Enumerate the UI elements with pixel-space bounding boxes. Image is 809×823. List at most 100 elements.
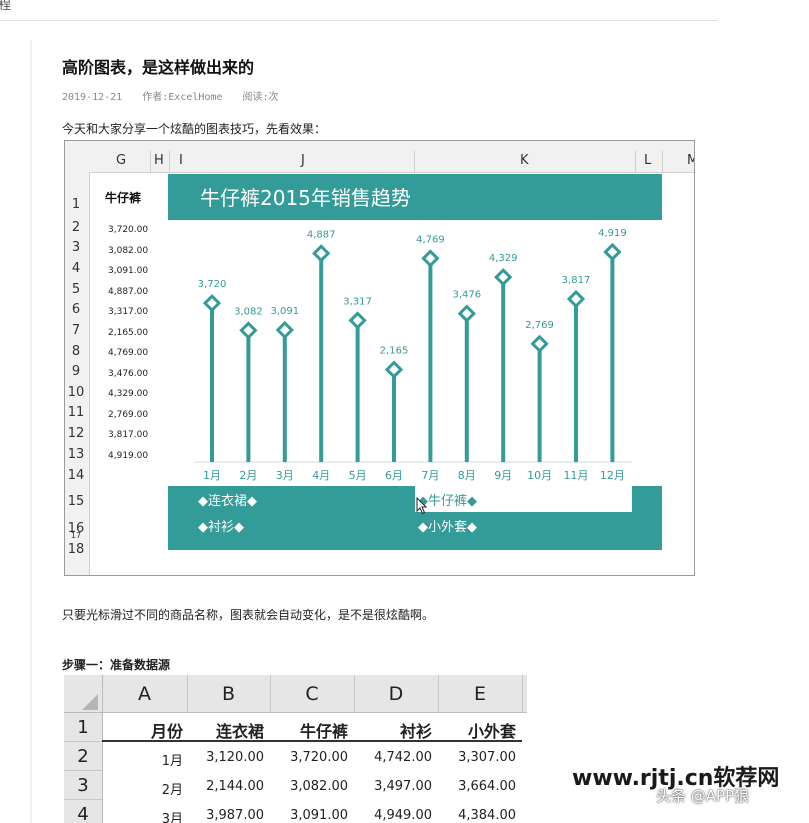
chart-data-label: 3,317 <box>343 296 372 307</box>
table-row-header-1: 1 <box>77 717 89 738</box>
g-column-value: 4,887.00 <box>108 286 149 297</box>
table-cell: 4,384.00 <box>458 808 516 823</box>
lollipop-chart: 3,720 1月 3,082 2月 3,091 3月 4,887 4月 3,317 5月 2,165… <box>194 228 632 482</box>
row-header-7: 7 <box>71 323 81 338</box>
column-header-bar: G H I J K L M <box>65 141 694 173</box>
chart-category-label: 7月 <box>421 469 439 482</box>
chart-category-label: 1月 <box>203 469 221 482</box>
row-header-10: 10 <box>67 385 85 400</box>
g-column-value: 3,720.00 <box>108 225 149 235</box>
selector-item-shirt[interactable]: ◆衬衫◆ <box>198 516 244 535</box>
table-cell: 3,120.00 <box>206 750 264 765</box>
article-author[interactable]: 作者:ExcelHome <box>142 92 222 103</box>
excel-chart-screenshot: G H I J K L M 12345678910111213141516171… <box>64 140 695 576</box>
col-separator <box>169 151 170 172</box>
chart-category-label: 4月 <box>312 469 330 482</box>
row-header-bar: 1 2 3 4 5 6 7 8 9 10 11 12 13 14 15 16 17 18 <box>65 172 90 575</box>
col-separator <box>414 151 415 172</box>
col-header-m: M <box>687 153 694 168</box>
breadcrumb[interactable]: 程 <box>0 0 11 13</box>
table-row-header-3: 3 <box>77 775 89 796</box>
table-cell: 1月 <box>161 754 183 769</box>
table-col-header-c: C <box>305 683 319 705</box>
col-separator <box>150 151 151 172</box>
chart-marker <box>494 268 513 287</box>
chart-marker <box>348 311 367 330</box>
selector-item-jacket[interactable]: ◆小外套◆ <box>418 516 477 535</box>
article-meta: 2019-12-21 作者:ExcelHome 阅读:次 <box>62 88 293 103</box>
table-header-cell: 牛仔裤 <box>299 722 348 741</box>
row-header-17: 17 <box>70 531 82 540</box>
chart-data-label: 4,769 <box>416 234 445 245</box>
row-separator <box>64 770 102 771</box>
table-cell: 3,664.00 <box>458 779 516 794</box>
table-col-header-d: D <box>388 683 404 705</box>
chart-category-label: 10月 <box>527 469 552 482</box>
chart-title-banner: 牛仔裤2015年销售趋势 <box>168 174 662 220</box>
description-paragraph: 只要光标滑过不同的商品名称，图表就会自动变化，是不是很炫酷啊。 <box>62 608 435 622</box>
table-cell: 3,091.00 <box>290 808 348 823</box>
table-cell: 2月 <box>161 783 183 798</box>
chart-marker <box>275 320 294 340</box>
chart-category-label: 6月 <box>385 469 403 482</box>
product-selector-panel: ◆连衣裙◆ ◆牛仔裤◆ ◆衬衫◆ ◆小外套◆ <box>168 486 662 550</box>
g-column-value: 3,082.00 <box>108 245 149 256</box>
g-column-value: 2,769.00 <box>108 409 149 420</box>
table-cell: 4,949.00 <box>374 808 432 823</box>
chart-category-label: 8月 <box>458 469 476 482</box>
row-header-11: 11 <box>67 405 85 420</box>
g-column-value: 4,769.00 <box>108 348 149 358</box>
select-all-corner[interactable] <box>64 675 103 712</box>
table-col-header-e: E <box>473 683 486 705</box>
g-column-value: 3,476.00 <box>108 368 149 379</box>
chart-category-label: 11月 <box>564 469 589 482</box>
row-header-9: 9 <box>71 364 81 379</box>
g-column-value: 4,919.00 <box>108 450 149 461</box>
table-cell: 3,720.00 <box>290 750 348 765</box>
chart-data-label: 4,329 <box>489 253 518 264</box>
row-header-12: 12 <box>67 426 85 441</box>
table-col-header-a: A <box>138 683 151 705</box>
table-cell: 3,987.00 <box>206 808 264 823</box>
row-header-14: 14 <box>67 468 85 483</box>
chart-marker <box>566 289 586 309</box>
content-border <box>30 40 32 823</box>
row-header-18: 18 <box>67 542 85 557</box>
col-header-i: I <box>179 153 183 168</box>
intro-paragraph: 今天和大家分享一个炫酷的图表技巧，先看效果： <box>62 122 327 136</box>
corner-triangle-icon <box>82 694 98 710</box>
row-header-4: 4 <box>71 261 81 276</box>
table-row-header-4: 4 <box>77 804 89 823</box>
mouse-cursor-icon <box>416 497 428 515</box>
table-cell: 3,082.00 <box>290 779 348 794</box>
chart-marker <box>457 304 476 323</box>
g-column-header: 牛仔裤 <box>105 191 142 205</box>
article-date: 2019-12-21 <box>62 92 123 103</box>
table-header-cell: 连衣裙 <box>215 722 264 741</box>
g-column-value: 2,165.00 <box>108 327 149 338</box>
chart-category-label: 5月 <box>349 469 367 482</box>
chart-data-label: 3,817 <box>562 275 591 286</box>
article-reads: 阅读:次 <box>242 92 279 103</box>
table-cell: 4,742.00 <box>374 750 432 765</box>
row-header-13: 13 <box>67 447 85 462</box>
chart-data-label: 3,476 <box>452 290 481 301</box>
column-separator <box>522 675 523 712</box>
chart-data-label: 3,720 <box>198 279 227 290</box>
row-header-6: 6 <box>71 302 81 317</box>
col-separator <box>662 151 663 172</box>
g-column-value: 3,091.00 <box>108 266 149 276</box>
table-row-header-2: 2 <box>77 746 89 767</box>
col-header-j: J <box>301 153 305 168</box>
table-header-cell: 小外套 <box>467 722 516 741</box>
row-header-15: 15 <box>67 494 85 509</box>
chart-data-label: 4,919 <box>598 228 627 239</box>
chart-category-label: 2月 <box>239 469 257 482</box>
col-header-h: H <box>154 153 164 168</box>
table-cell: 3,497.00 <box>374 779 432 794</box>
table-header-cell: 衬衫 <box>399 722 432 741</box>
chart-data-label: 2,165 <box>380 346 409 357</box>
chart-title: 牛仔裤2015年销售趋势 <box>200 186 411 210</box>
row-header-1: 1 <box>71 197 81 212</box>
selector-item-dress[interactable]: ◆连衣裙◆ <box>198 490 257 509</box>
